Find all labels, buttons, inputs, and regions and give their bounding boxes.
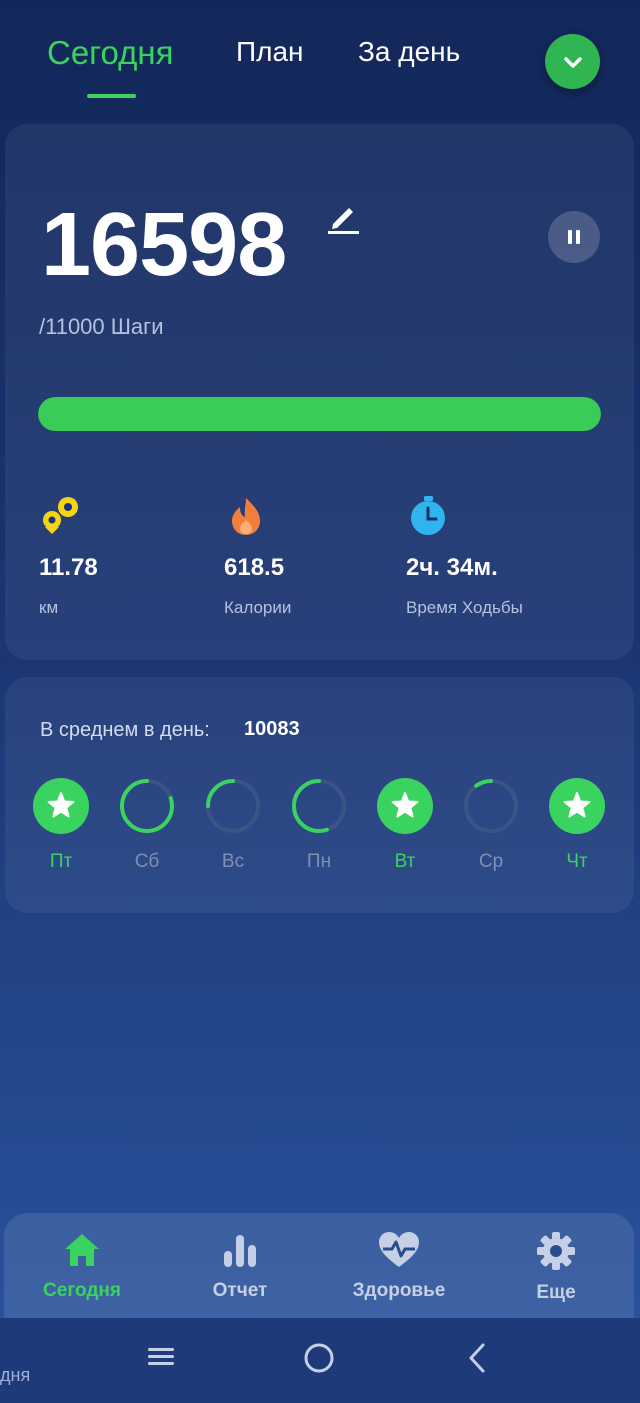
day-2[interactable]: Сб	[118, 777, 176, 872]
heart-pulse-icon	[379, 1232, 419, 1267]
day-7[interactable]: Чт	[548, 777, 606, 872]
steps-summary-card: 16598 /11000 Шаги 11.78 км 618.5 Калории	[5, 124, 634, 660]
day-label: Сб	[134, 851, 160, 872]
home-circle-icon[interactable]	[303, 1342, 335, 1374]
nav-report-label: Отчет	[212, 1280, 268, 1301]
nav-today[interactable]: Сегодня	[12, 1231, 152, 1302]
stopwatch-icon	[411, 496, 445, 535]
weekly-summary-card: В среднем в день: 10083 Пт Сб Вс Пн Вт Ср Чт	[5, 677, 634, 913]
stat-walk-time: 2ч. 34м. Время Ходьбы	[406, 494, 523, 617]
bottom-navigation: Сегодня Отчет Здоровье Еще	[4, 1213, 634, 1318]
nav-more-label: Еще	[536, 1282, 576, 1303]
day-label: Пн	[306, 851, 332, 872]
distance-value: 11.78	[39, 554, 98, 581]
nav-more[interactable]: Еще	[486, 1231, 626, 1304]
nav-report[interactable]: Отчет	[170, 1231, 310, 1302]
distance-label: км	[39, 598, 59, 617]
tab-per-day[interactable]: За день	[358, 36, 460, 68]
expand-button[interactable]	[545, 34, 600, 89]
day-progress-ring	[120, 779, 174, 833]
daily-average-value: 10083	[244, 718, 300, 740]
stat-distance: 11.78 км	[39, 494, 98, 617]
steps-progress-fill	[38, 397, 601, 431]
walk-time-value: 2ч. 34м.	[406, 554, 498, 581]
daily-average-label: В среднем в день:	[40, 719, 210, 741]
tab-plan[interactable]: План	[236, 36, 304, 68]
day-3[interactable]: Вс	[204, 777, 262, 872]
day-label: Вт	[394, 851, 416, 872]
steps-progress-bar	[38, 397, 601, 431]
nav-health-label: Здоровье	[352, 1280, 446, 1301]
pause-button[interactable]	[548, 211, 600, 263]
edit-pencil-icon[interactable]	[325, 200, 361, 236]
nav-health[interactable]: Здоровье	[329, 1231, 469, 1302]
back-icon[interactable]	[463, 1342, 493, 1374]
day-label: Чт	[566, 851, 588, 872]
day-progress-ring	[292, 779, 346, 833]
day-label: Пт	[49, 851, 73, 872]
home-icon	[65, 1234, 99, 1266]
nav-today-label: Сегодня	[43, 1280, 121, 1301]
day-label: Ср	[478, 851, 504, 872]
top-tab-bar: Сегодня План За день	[0, 0, 640, 110]
bar-chart-icon	[224, 1235, 256, 1267]
day-progress-ring	[464, 779, 518, 833]
chevron-down-icon	[563, 56, 582, 68]
distance-pin-icon	[43, 497, 78, 534]
step-count: 16598	[41, 195, 287, 295]
active-tab-indicator	[87, 94, 136, 98]
day-1[interactable]: Пт	[32, 777, 90, 872]
star-badge-icon	[377, 778, 433, 834]
day-progress-ring	[206, 779, 260, 833]
calories-value: 618.5	[224, 554, 285, 581]
flame-icon	[232, 498, 260, 535]
star-badge-icon	[33, 778, 89, 834]
recent-apps-icon[interactable]	[146, 1342, 176, 1372]
stat-calories: 618.5 Калории	[224, 494, 291, 617]
day-4[interactable]: Пн	[290, 777, 348, 872]
day-label: Вс	[221, 851, 245, 872]
pause-icon	[568, 230, 580, 244]
edge-overlay-text: дня	[0, 1365, 31, 1385]
star-badge-icon	[549, 778, 605, 834]
system-navigation-bar	[0, 1318, 640, 1403]
day-5[interactable]: Вт	[376, 777, 434, 872]
walk-time-label: Время Ходьбы	[406, 598, 523, 617]
day-6[interactable]: Ср	[462, 777, 520, 872]
calories-label: Калории	[224, 598, 292, 617]
step-goal: /11000 Шаги	[39, 314, 164, 339]
tab-today[interactable]: Сегодня	[47, 34, 173, 72]
gear-icon	[537, 1232, 575, 1270]
